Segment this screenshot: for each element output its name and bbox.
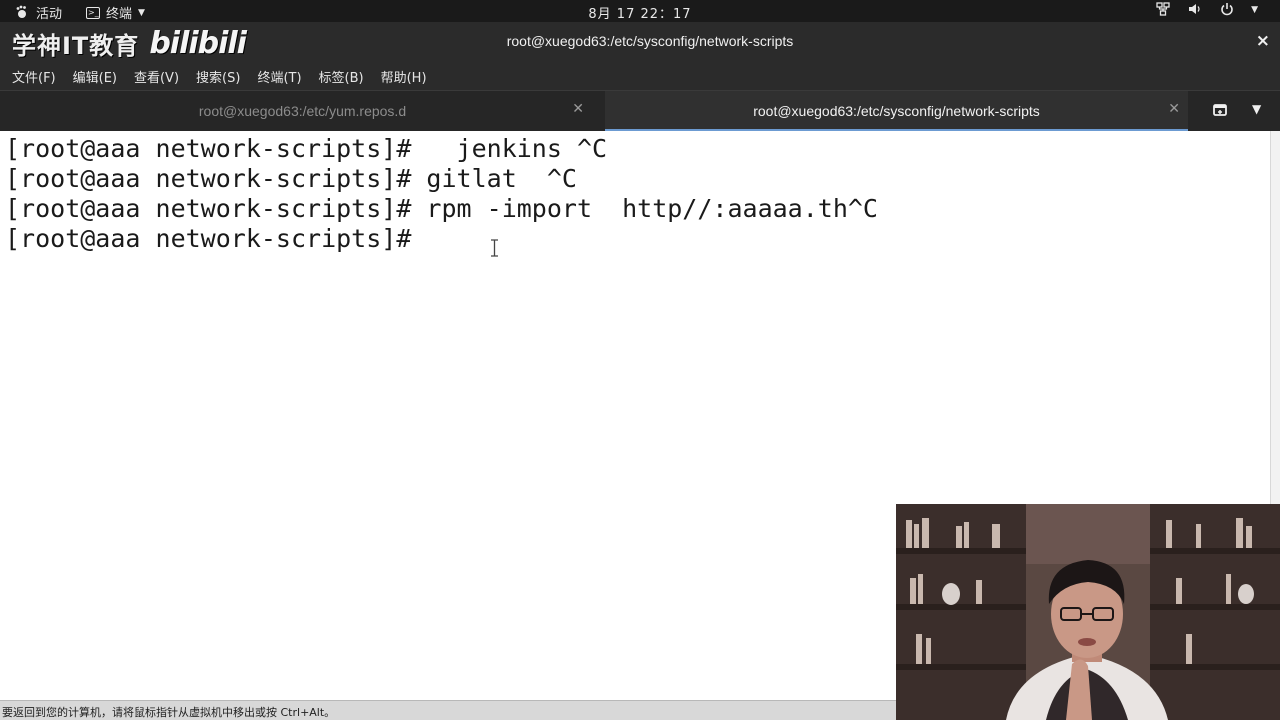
terminal-line: [root@aaa network-scripts]# rpm -import … — [5, 194, 878, 223]
terminal-icon: >_ — [86, 6, 100, 19]
app-menu-button[interactable]: >_ 终端 ▼ — [86, 3, 145, 22]
tab-label: root@xuegod63:/etc/sysconfig/network-scr… — [753, 103, 1040, 119]
tab-label: root@xuegod63:/etc/yum.repos.d — [198, 103, 407, 119]
vm-hint-text: 要返回到您的计算机，请将鼠标指针从虚拟机中移出或按 Ctrl+Alt。 — [2, 706, 336, 719]
chevron-down-icon: ▼ — [138, 7, 145, 18]
activities-button[interactable]: 活动 — [14, 3, 62, 22]
menu-tabs[interactable]: 标签(B) — [319, 67, 364, 86]
channel-watermark: 学神IT教育 bilibili — [12, 26, 247, 61]
menu-terminal[interactable]: 终端(T) — [257, 67, 301, 86]
menu-search[interactable]: 搜索(S) — [196, 67, 240, 86]
chevron-down-icon[interactable]: ▼ — [1251, 2, 1258, 18]
tab-yum-repos[interactable]: root@xuegod63:/etc/yum.repos.d ✕ — [5, 91, 600, 131]
watermark-text: 学神IT教育 — [12, 32, 140, 60]
menu-view[interactable]: 查看(V) — [134, 67, 179, 86]
presenter-video — [896, 504, 1280, 720]
new-tab-icon[interactable] — [1212, 102, 1230, 118]
chevron-down-icon[interactable]: ▼ — [1252, 102, 1261, 116]
network-icon[interactable] — [1155, 2, 1171, 18]
window-titlebar[interactable]: 学神IT教育 bilibili root@xuegod63:/etc/sysco… — [0, 22, 1280, 62]
menu-bar: 文件(F) 编辑(E) 查看(V) 搜索(S) 终端(T) 标签(B) 帮助(H… — [0, 62, 1280, 90]
system-tray[interactable]: ▼ — [1155, 2, 1258, 18]
bilibili-logo: bilibili — [149, 26, 247, 61]
gnome-foot-icon — [14, 5, 30, 21]
close-icon[interactable]: ✕ — [1168, 101, 1180, 117]
tab-bar: root@xuegod63:/etc/yum.repos.d ✕ root@xu… — [0, 90, 1280, 131]
terminal-line: [root@aaa network-scripts]# jenkins ^C — [5, 134, 608, 163]
menu-file[interactable]: 文件(F) — [12, 67, 56, 86]
window-close-button[interactable]: × — [1256, 31, 1270, 51]
window-title: root@xuegod63:/etc/sysconfig/network-scr… — [506, 33, 794, 49]
webcam-overlay — [896, 504, 1280, 720]
volume-icon[interactable] — [1187, 2, 1203, 18]
menu-help[interactable]: 帮助(H) — [381, 67, 427, 86]
close-icon[interactable]: ✕ — [572, 101, 584, 117]
clock[interactable]: 8月 17 22：17 — [560, 3, 720, 22]
power-icon[interactable] — [1219, 2, 1235, 18]
terminal-line: [root@aaa network-scripts]# — [5, 224, 427, 253]
app-menu-label: 终端 — [106, 7, 133, 22]
tab-network-scripts[interactable]: root@xuegod63:/etc/sysconfig/network-scr… — [605, 91, 1188, 131]
text-cursor-icon — [490, 239, 499, 257]
activities-label: 活动 — [36, 7, 63, 22]
gnome-top-bar: 活动 >_ 终端 ▼ 8月 17 22：17 ▼ — [0, 0, 1280, 22]
terminal-line: [root@aaa network-scripts]# gitlat ^C — [5, 164, 577, 193]
menu-edit[interactable]: 编辑(E) — [73, 67, 117, 86]
